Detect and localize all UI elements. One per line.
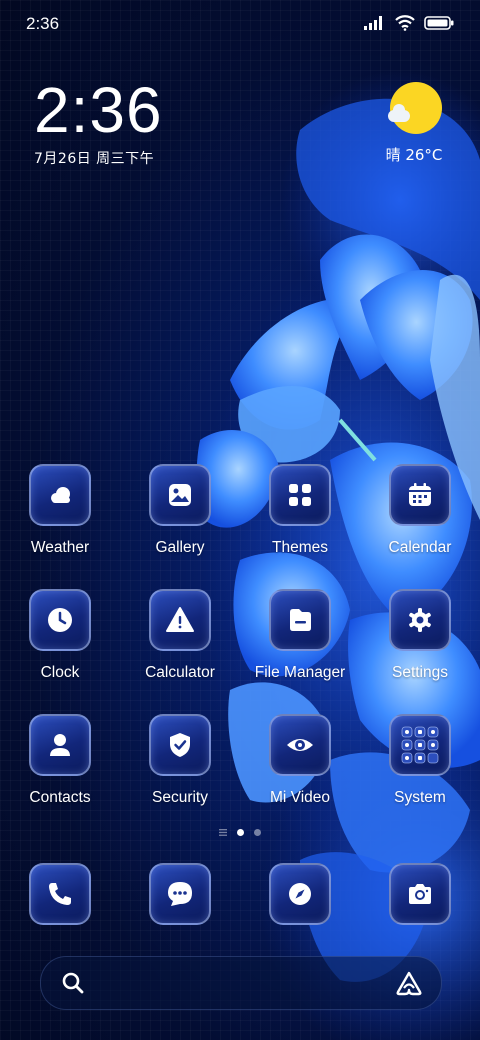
app-label: Security	[152, 789, 208, 806]
page-list-icon	[219, 829, 227, 836]
settings-icon	[389, 589, 451, 651]
phone-icon	[29, 863, 91, 925]
app-gallery[interactable]: Gallery	[120, 464, 240, 589]
search-icon	[62, 972, 84, 994]
app-calendar[interactable]: Calendar	[360, 464, 480, 589]
assistant-icon[interactable]	[395, 970, 423, 996]
security-icon	[149, 714, 211, 776]
app-label: Weather	[30, 539, 90, 556]
camera-icon	[389, 863, 451, 925]
dock-browser[interactable]	[240, 863, 360, 925]
gallery-icon	[149, 464, 211, 526]
app-contacts[interactable]: Contacts	[0, 714, 120, 839]
weather-icon	[29, 464, 91, 526]
app-label: System	[394, 789, 446, 806]
calculator-icon	[149, 589, 211, 651]
app-weather[interactable]: Weather	[0, 464, 120, 589]
mi-video-icon	[269, 714, 331, 776]
app-label: Gallery	[155, 539, 205, 556]
sunny-weather-icon	[388, 82, 442, 134]
status-icons	[364, 15, 454, 31]
clock-icon	[29, 589, 91, 651]
app-label: Calendar	[388, 539, 452, 556]
search-bar[interactable]	[40, 956, 442, 1010]
app-label: Calculator	[145, 664, 215, 681]
status-time: 2:36	[26, 14, 60, 33]
calendar-icon	[389, 464, 451, 526]
app-label: Clock	[40, 664, 80, 681]
contacts-icon	[29, 714, 91, 776]
app-file-manager[interactable]: File Manager	[240, 589, 360, 714]
app-label: Contacts	[29, 789, 91, 806]
file-manager-icon	[269, 589, 331, 651]
app-mi-video[interactable]: Mi Video	[240, 714, 360, 839]
wifi-icon	[395, 15, 415, 31]
dock	[0, 863, 480, 925]
dock-camera[interactable]	[360, 863, 480, 925]
weather-widget-text: 晴 26°C	[385, 146, 443, 164]
app-system-folder[interactable]: System	[360, 714, 480, 839]
app-label: File Manager	[254, 664, 346, 681]
system-folder-icon	[389, 714, 451, 776]
page-dot-current	[237, 829, 244, 836]
clock-widget-time: 2:36	[34, 74, 163, 146]
dock-messages[interactable]	[120, 863, 240, 925]
browser-icon	[269, 863, 331, 925]
signal-icon	[364, 16, 382, 30]
app-settings[interactable]: Settings	[360, 589, 480, 714]
app-security[interactable]: Security	[120, 714, 240, 839]
app-themes[interactable]: Themes	[240, 464, 360, 589]
page-dot	[254, 829, 261, 836]
dock-phone[interactable]	[0, 863, 120, 925]
clock-widget[interactable]: 2:36 7月26日 周三下午	[34, 78, 163, 168]
clock-widget-date: 7月26日 周三下午	[34, 151, 155, 167]
app-grid: Weather Gallery Themes Calendar Clock Ca…	[0, 464, 480, 839]
app-label: Settings	[391, 664, 448, 681]
app-label: Mi Video	[269, 789, 331, 806]
weather-widget[interactable]: 晴 26°C	[384, 82, 444, 165]
app-calculator[interactable]: Calculator	[120, 589, 240, 714]
page-indicator[interactable]	[0, 829, 480, 836]
themes-icon	[269, 464, 331, 526]
app-label: Themes	[272, 539, 328, 556]
messages-icon	[149, 863, 211, 925]
status-bar: 2:36	[0, 0, 480, 50]
battery-icon	[424, 16, 454, 30]
app-clock[interactable]: Clock	[0, 589, 120, 714]
